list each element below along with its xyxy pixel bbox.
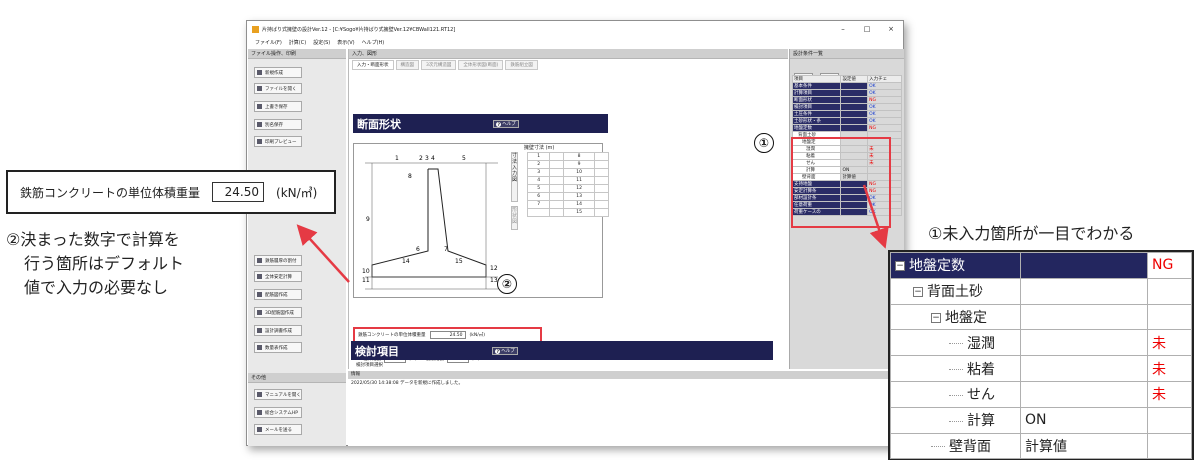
zoom-status: [1147, 303, 1192, 331]
zoom-label: 地盤定: [945, 309, 987, 326]
collapse-toggle-icon[interactable]: −: [913, 287, 923, 298]
zoom-label-cell: 粘着: [890, 355, 1021, 382]
zoom-label: 背面土砂: [927, 284, 983, 301]
zoom-label-cell: − 地盤定: [890, 303, 1021, 331]
zoom-row: 湿潤 未: [890, 329, 1192, 357]
collapse-toggle-icon[interactable]: −: [931, 312, 941, 323]
zoom-table: − 地盤定数 NG − 背面土砂 − 地盤定 湿潤未粘着未せん未計算 ON 壁背面 計算値: [890, 252, 1192, 460]
zoom-value: [1020, 303, 1148, 331]
zoom-value: [1020, 329, 1148, 357]
zoom-panel: − 地盤定数 NG − 背面土砂 − 地盤定 湿潤未粘着未せん未計算 ON 壁背面 計算値: [888, 250, 1194, 460]
zoom-status: 未: [1147, 380, 1192, 408]
tree-line: [949, 343, 963, 345]
zoom-status: 未: [1147, 329, 1192, 357]
zoom-row: 壁背面 計算値: [890, 432, 1192, 460]
zoom-label-cell: 計算: [890, 406, 1021, 434]
arrow-2: [296, 224, 350, 283]
zoom-status: NG: [1147, 252, 1192, 279]
zoom-label: 計算: [967, 413, 995, 430]
collapse-toggle-icon[interactable]: −: [895, 261, 905, 272]
zoom-status: [1147, 432, 1192, 460]
zoom-value: [1020, 355, 1148, 382]
zoom-label: 粘着: [967, 361, 995, 378]
zoom-row: せん 未: [890, 380, 1192, 408]
zoom-label: 湿潤: [967, 335, 995, 352]
zoom-label-cell: − 背面土砂: [890, 277, 1021, 305]
tree-line: [949, 420, 963, 422]
zoom-value: [1020, 380, 1148, 408]
zoom-status: 未: [1147, 355, 1192, 382]
zoom-row: 計算 ON: [890, 406, 1192, 434]
zoom-row: − 地盤定数 NG: [890, 252, 1192, 279]
zoom-label-cell: せん: [890, 380, 1021, 408]
zoom-value: [1020, 252, 1148, 279]
arrow-1: [862, 184, 889, 249]
tree-line: [949, 394, 963, 396]
zoom-value: ON: [1020, 406, 1148, 434]
zoom-label: 地盤定数: [909, 258, 965, 275]
zoom-status: [1147, 277, 1192, 305]
zoom-value: [1020, 277, 1148, 305]
zoom-row: 粘着 未: [890, 355, 1192, 382]
zoom-value: 計算値: [1020, 432, 1148, 460]
tree-line: [931, 446, 945, 448]
zoom-status: [1147, 406, 1192, 434]
zoom-row: − 背面土砂: [890, 277, 1192, 305]
tree-line: [949, 369, 963, 371]
zoom-label-cell: − 地盤定数: [890, 252, 1021, 279]
zoom-label: 壁背面: [949, 438, 991, 455]
zoom-label: せん: [967, 387, 995, 404]
zoom-row: − 地盤定: [890, 303, 1192, 331]
zoom-label-cell: 湿潤: [890, 329, 1021, 357]
zoom-label-cell: 壁背面: [890, 432, 1021, 460]
